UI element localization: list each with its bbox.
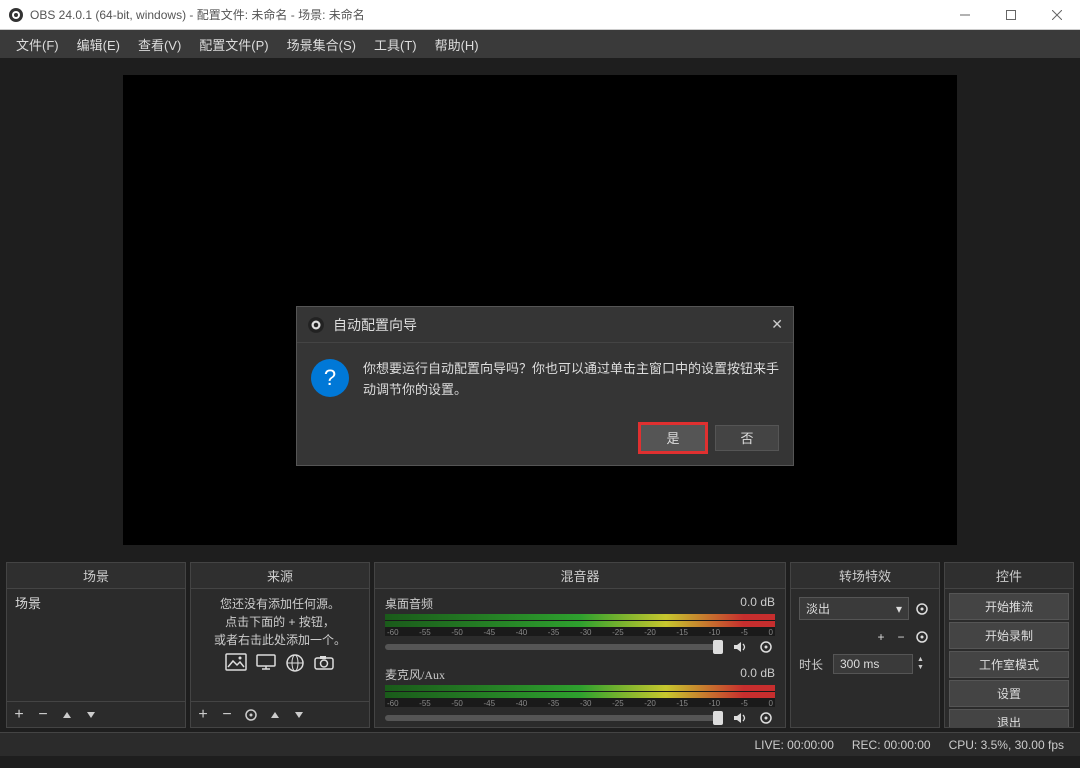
window-titlebar: OBS 24.0.1 (64-bit, windows) - 配置文件: 未命名…	[0, 0, 1080, 30]
dialog-yes-button[interactable]: 是	[641, 425, 705, 451]
chevron-down-icon: ▾	[896, 602, 902, 616]
scene-movedown-button[interactable]	[79, 703, 103, 727]
status-cpu: CPU: 3.5%, 30.00 fps	[949, 738, 1064, 752]
mixer-channel-level: 0.0 dB	[740, 595, 775, 612]
scenes-panel: 场景 场景 + −	[6, 562, 186, 728]
transitions-header: 转场特效	[791, 563, 939, 589]
transitions-panel: 转场特效 淡出 ▾ + − 时长 300 ms ▲ ▼	[790, 562, 940, 728]
scene-list-item[interactable]: 场景	[7, 589, 185, 616]
audio-meter: -60-55-50-45-40-35-30-25-20-15-10-50	[385, 685, 775, 707]
image-icon	[225, 653, 247, 673]
scene-moveup-button[interactable]	[55, 703, 79, 727]
transition-settings-button[interactable]	[913, 600, 931, 618]
speaker-icon[interactable]	[731, 709, 749, 727]
controls-panel: 控件 开始推流开始录制工作室模式设置退出	[944, 562, 1074, 728]
dialog-close-button[interactable]: ✕	[771, 316, 783, 333]
transition-remove-button[interactable]: −	[893, 630, 909, 644]
menu-tools[interactable]: 工具(T)	[366, 31, 425, 58]
menu-edit[interactable]: 编辑(E)	[69, 31, 128, 58]
duration-up-button[interactable]: ▲	[917, 656, 924, 664]
speaker-icon[interactable]	[731, 638, 749, 656]
gear-icon[interactable]	[757, 709, 775, 727]
source-movedown-button[interactable]	[287, 703, 311, 727]
transition-select[interactable]: 淡出 ▾	[799, 597, 909, 620]
duration-label: 时长	[799, 656, 829, 673]
sources-panel: 来源 您还没有添加任何源。 点击下面的 + 按钮， 或者右击此处添加一个。 + …	[190, 562, 370, 728]
transition-add-button[interactable]: +	[873, 630, 889, 644]
source-remove-button[interactable]: −	[215, 703, 239, 727]
source-moveup-button[interactable]	[263, 703, 287, 727]
question-icon: ?	[311, 359, 349, 397]
camera-icon	[313, 653, 335, 673]
transition-properties-button[interactable]	[913, 628, 931, 646]
scenes-header: 场景	[7, 563, 185, 589]
audio-meter: -60-55-50-45-40-35-30-25-20-15-10-50	[385, 614, 775, 636]
menu-scenecollection[interactable]: 场景集合(S)	[279, 31, 364, 58]
obs-logo-icon	[307, 316, 325, 334]
menu-file[interactable]: 文件(F)	[8, 31, 67, 58]
mixer-channel: 桌面音频 0.0 dB -60-55-50-45-40-35-30-25-20-1…	[385, 595, 775, 656]
obs-logo-icon	[8, 7, 24, 23]
sources-empty-message: 您还没有添加任何源。 点击下面的 + 按钮， 或者右击此处添加一个。	[191, 589, 369, 679]
menubar: 文件(F) 编辑(E) 查看(V) 配置文件(P) 场景集合(S) 工具(T) …	[0, 30, 1080, 58]
mixer-panel: 混音器 桌面音频 0.0 dB -60-55-50-45-40-35-30-25-…	[374, 562, 786, 728]
dialog-title: 自动配置向导	[333, 315, 417, 335]
start-recording-button[interactable]: 开始录制	[949, 622, 1069, 649]
auto-config-dialog: 自动配置向导 ✕ ? 你想要运行自动配置向导吗？你也可以通过单击主窗口中的设置按…	[296, 306, 794, 466]
source-add-button[interactable]: +	[191, 703, 215, 727]
volume-slider[interactable]	[385, 715, 723, 721]
mixer-channel-name: 麦克风/Aux	[385, 666, 445, 683]
exit-button[interactable]: 退出	[949, 709, 1069, 727]
duration-down-button[interactable]: ▼	[917, 664, 924, 672]
globe-icon	[285, 653, 305, 673]
dialog-no-button[interactable]: 否	[715, 425, 779, 451]
mixer-channel-level: 0.0 dB	[740, 666, 775, 683]
source-properties-button[interactable]	[239, 703, 263, 727]
dialog-message: 你想要运行自动配置向导吗？你也可以通过单击主窗口中的设置按钮来手动调节你的设置。	[363, 359, 779, 401]
menu-profile[interactable]: 配置文件(P)	[191, 31, 276, 58]
mixer-channel-name: 桌面音频	[385, 595, 433, 612]
studio-mode-button[interactable]: 工作室模式	[949, 651, 1069, 678]
window-close-button[interactable]	[1034, 0, 1080, 30]
window-minimize-button[interactable]	[942, 0, 988, 30]
volume-slider[interactable]	[385, 644, 723, 650]
status-rec: REC: 00:00:00	[852, 738, 931, 752]
duration-input[interactable]: 300 ms	[833, 654, 913, 674]
statusbar: LIVE: 00:00:00 REC: 00:00:00 CPU: 3.5%, …	[0, 732, 1080, 756]
settings-button[interactable]: 设置	[949, 680, 1069, 707]
controls-header: 控件	[945, 563, 1073, 589]
scene-add-button[interactable]: +	[7, 703, 31, 727]
window-title: OBS 24.0.1 (64-bit, windows) - 配置文件: 未命名…	[30, 6, 365, 23]
start-streaming-button[interactable]: 开始推流	[949, 593, 1069, 620]
display-icon	[255, 653, 277, 673]
mixer-header: 混音器	[375, 563, 785, 589]
menu-help[interactable]: 帮助(H)	[427, 31, 487, 58]
window-maximize-button[interactable]	[988, 0, 1034, 30]
gear-icon[interactable]	[757, 638, 775, 656]
mixer-channel: 麦克风/Aux 0.0 dB -60-55-50-45-40-35-30-25-2…	[385, 666, 775, 727]
scene-remove-button[interactable]: −	[31, 703, 55, 727]
sources-header: 来源	[191, 563, 369, 589]
menu-view[interactable]: 查看(V)	[130, 31, 189, 58]
status-live: LIVE: 00:00:00	[754, 738, 833, 752]
